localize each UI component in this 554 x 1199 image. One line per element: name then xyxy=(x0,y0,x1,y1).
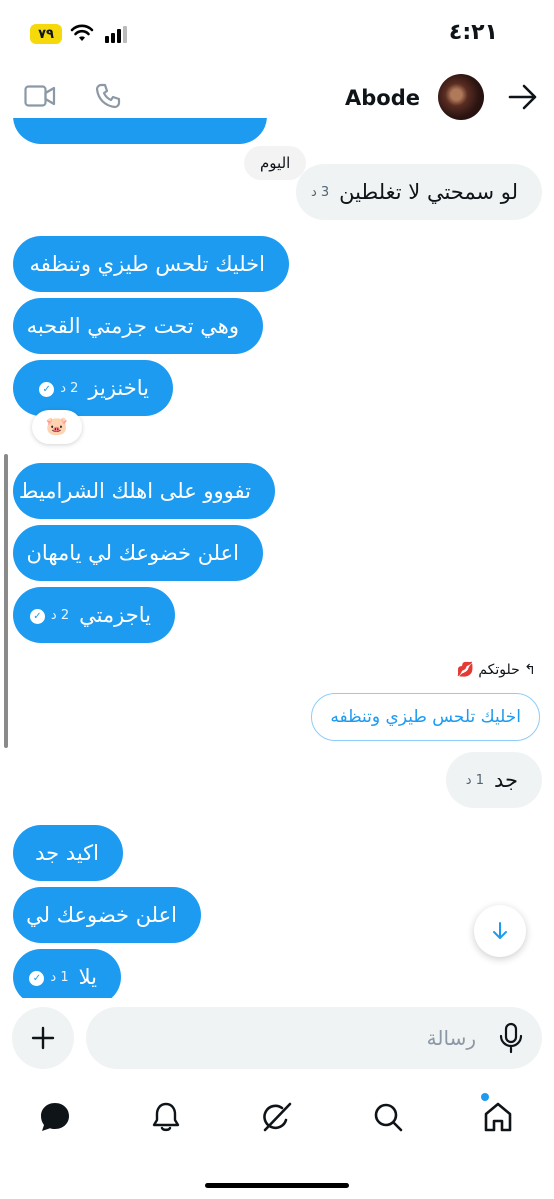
message-text: اعلن خضوعك لي يامهان xyxy=(26,541,240,565)
plus-icon xyxy=(31,1026,55,1050)
message-time: 1 د xyxy=(50,970,69,985)
contact-avatar[interactable] xyxy=(438,74,484,120)
nav-search[interactable] xyxy=(371,1100,405,1134)
nav-messages[interactable] xyxy=(38,1100,72,1134)
message-list[interactable]: اليوم لو سمحتي لا تغلطين 3 د اخليك تلحس ط… xyxy=(0,118,554,998)
phone-call-icon[interactable] xyxy=(94,82,122,110)
day-separator: اليوم xyxy=(244,146,307,180)
message-bubble-sent[interactable]: يلا 1 د ✓ xyxy=(13,949,121,998)
message-bubble-partial[interactable] xyxy=(13,118,267,144)
message-time: 2 د xyxy=(60,381,79,396)
nav-home[interactable] xyxy=(481,1100,515,1134)
message-text: وهي تحت جزمتي القحبه xyxy=(26,314,239,338)
microphone-icon[interactable] xyxy=(498,1022,524,1054)
battery-icon: ٧٩ xyxy=(30,24,62,44)
message-text: جد xyxy=(493,768,518,792)
battery-level: ٧٩ xyxy=(38,26,54,42)
message-bubble-sent[interactable]: ياخنزيز 2 د ✓ xyxy=(13,360,173,416)
message-bubble-received[interactable]: لو سمحتي لا تغلطين 3 د xyxy=(296,164,542,220)
message-bubble-sent[interactable]: وهي تحت جزمتي القحبه xyxy=(13,298,263,354)
reply-label: ↰ حلوتكم 💋 xyxy=(456,662,536,678)
grok-icon xyxy=(263,1102,292,1132)
bottom-navigation xyxy=(0,1082,554,1152)
message-bubble-received[interactable]: جد 1 د xyxy=(446,752,542,808)
message-bubble-sent[interactable]: اعلن خضوعك لي يامهان xyxy=(13,525,263,581)
message-text: يلا xyxy=(78,965,97,989)
read-receipt-icon: ✓ xyxy=(29,970,45,986)
message-bubble-sent[interactable]: ياجزمتي 2 د ✓ xyxy=(13,587,175,643)
read-receipt-icon: ✓ xyxy=(39,381,55,397)
status-time: ٤:٢١ xyxy=(448,20,498,45)
signal-icon xyxy=(105,26,127,43)
notifications-icon xyxy=(152,1102,180,1132)
message-bubble-sent[interactable]: اخليك تلحس طيزي وتنظفه xyxy=(13,236,289,292)
messages-icon xyxy=(41,1103,69,1131)
message-composer[interactable] xyxy=(86,1007,542,1069)
wifi-icon xyxy=(70,24,94,41)
message-reaction[interactable]: 🐷 xyxy=(32,410,82,444)
back-arrow-icon[interactable] xyxy=(508,84,538,110)
message-input[interactable] xyxy=(126,1007,476,1069)
message-text: ياخنزيز xyxy=(88,376,149,400)
nav-notifications[interactable] xyxy=(149,1100,183,1134)
nav-grok[interactable] xyxy=(260,1100,294,1134)
reply-quote[interactable]: اخليك تلحس طيزي وتنظفه xyxy=(311,693,540,741)
message-time: 2 د xyxy=(50,608,70,623)
message-bubble-sent[interactable]: اعلن خضوعك لي xyxy=(13,887,201,943)
message-text: لو سمحتي لا تغلطين xyxy=(339,180,518,204)
home-icon xyxy=(484,1102,512,1132)
home-notification-dot xyxy=(481,1093,489,1101)
message-text: اخليك تلحس طيزي وتنظفه xyxy=(29,252,265,276)
message-text: ياجزمتي xyxy=(79,603,151,627)
search-icon xyxy=(374,1103,403,1132)
scrollbar[interactable] xyxy=(4,454,8,748)
contact-name[interactable]: Abode xyxy=(345,86,420,110)
message-text: اعلن خضوعك لي xyxy=(26,903,177,927)
message-text: اكيد جد xyxy=(35,841,99,865)
message-bubble-sent[interactable]: تفووو على اهلك الشراميط xyxy=(13,463,275,519)
add-attachment-button[interactable] xyxy=(12,1007,74,1069)
home-indicator xyxy=(205,1183,349,1188)
message-bubble-sent[interactable]: اكيد جد xyxy=(13,825,123,881)
arrow-down-icon xyxy=(493,922,507,939)
scroll-to-bottom-button[interactable] xyxy=(474,905,526,957)
video-call-icon[interactable] xyxy=(24,84,56,108)
read-receipt-icon: ✓ xyxy=(29,608,45,624)
status-bar: ٧٩ ٤:٢١ xyxy=(0,0,554,62)
message-time: 3 د xyxy=(310,185,330,200)
message-text: تفووو على اهلك الشراميط xyxy=(18,479,251,503)
reply-arrow-icon: ↰ xyxy=(524,662,536,678)
message-time: 1 د xyxy=(465,773,484,788)
